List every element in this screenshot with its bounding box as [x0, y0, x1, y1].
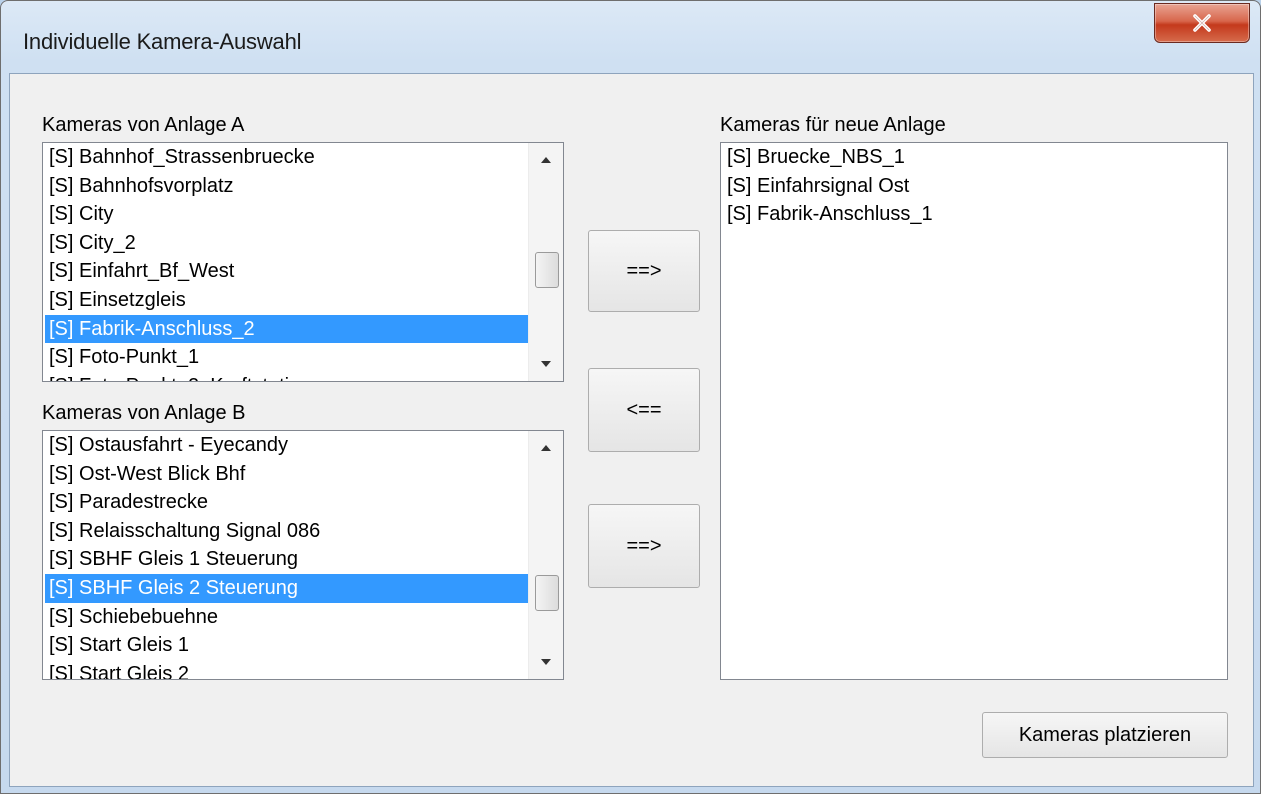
chevron-up-icon [541, 445, 551, 451]
list-item[interactable]: [S] Einfahrsignal Ost [723, 172, 1227, 201]
list-item[interactable]: [S] Einfahrt_Bf_West [45, 257, 563, 286]
chevron-down-icon [541, 361, 551, 367]
dialog-window: Individuelle Kamera-Auswahl Kameras von … [0, 0, 1261, 794]
list-item[interactable]: [S] Einsetzgleis [45, 286, 563, 315]
scroll-down-arrow[interactable] [529, 645, 563, 679]
remove-button[interactable]: <== [588, 368, 700, 452]
list-a-items: [S] Bahnhof_Strassenbruecke [S] Bahnhofsv… [45, 143, 563, 381]
list-item[interactable]: [S] Foto-Punkt_2_Kraftstation [45, 372, 563, 381]
list-b-scrollbar[interactable] [528, 431, 563, 679]
list-item[interactable]: [S] SBHF Gleis 1 Steuerung [45, 545, 563, 574]
list-item[interactable]: [S] Ostausfahrt - Eyecandy [45, 431, 563, 460]
list-item[interactable]: [S] Bahnhofsvorplatz [45, 172, 563, 201]
close-icon [1193, 14, 1211, 32]
list-item[interactable]: [S] Relaisschaltung Signal 086 [45, 517, 563, 546]
list-a-listbox[interactable]: [S] Bahnhof_Strassenbruecke [S] Bahnhofsv… [42, 142, 564, 382]
dialog-body: Kameras von Anlage A [S] Bahnhof_Strasse… [9, 73, 1254, 787]
close-button[interactable] [1154, 3, 1250, 43]
list-item[interactable]: [S] Ost-West Blick Bhf [45, 460, 563, 489]
list-item[interactable]: [S] Start Gleis 1 [45, 631, 563, 660]
list-item[interactable]: [S] City [45, 200, 563, 229]
list-item[interactable]: [S] Fabrik-Anschluss_2 [45, 314, 563, 344]
scroll-up-arrow[interactable] [529, 431, 563, 465]
list-item[interactable]: [S] City_2 [45, 229, 563, 258]
list-b-label: Kameras von Anlage B [42, 402, 246, 424]
list-item[interactable]: [S] Foto-Punkt_1 [45, 343, 563, 372]
list-b-listbox[interactable]: [S] Ostausfahrt - Eyecandy [S] Ost-West B… [42, 430, 564, 680]
list-b-scroll-thumb[interactable] [535, 575, 559, 611]
list-item[interactable]: [S] Bahnhof_Strassenbruecke [45, 143, 563, 172]
list-item[interactable]: [S] Fabrik-Anschluss_1 [723, 200, 1227, 229]
window-title: Individuelle Kamera-Auswahl [23, 29, 302, 54]
chevron-up-icon [541, 157, 551, 163]
list-new-label: Kameras für neue Anlage [720, 114, 946, 136]
chevron-down-icon [541, 659, 551, 665]
list-item[interactable]: [S] Start Gleis 2 [45, 660, 563, 679]
list-item[interactable]: [S] Paradestrecke [45, 488, 563, 517]
list-a-scrollbar[interactable] [528, 143, 563, 381]
list-item[interactable]: [S] Bruecke_NBS_1 [723, 143, 1227, 172]
list-new-listbox[interactable]: [S] Bruecke_NBS_1 [S] Einfahrsignal Ost [S… [720, 142, 1228, 680]
scroll-up-arrow[interactable] [529, 143, 563, 177]
add-from-a-button[interactable]: ==> [588, 230, 700, 312]
add-from-b-button[interactable]: ==> [588, 504, 700, 588]
list-b-items: [S] Ostausfahrt - Eyecandy [S] Ost-West B… [45, 431, 563, 679]
title-bar[interactable]: Individuelle Kamera-Auswahl [1, 1, 1260, 73]
list-item[interactable]: [S] Schiebebuehne [45, 603, 563, 632]
scroll-down-arrow[interactable] [529, 347, 563, 381]
list-new-items: [S] Bruecke_NBS_1 [S] Einfahrsignal Ost [S… [723, 143, 1227, 679]
place-cameras-button[interactable]: Kameras platzieren [982, 712, 1228, 758]
list-a-scroll-thumb[interactable] [535, 252, 559, 288]
list-a-label: Kameras von Anlage A [42, 114, 245, 136]
list-item[interactable]: [S] SBHF Gleis 2 Steuerung [45, 573, 563, 603]
